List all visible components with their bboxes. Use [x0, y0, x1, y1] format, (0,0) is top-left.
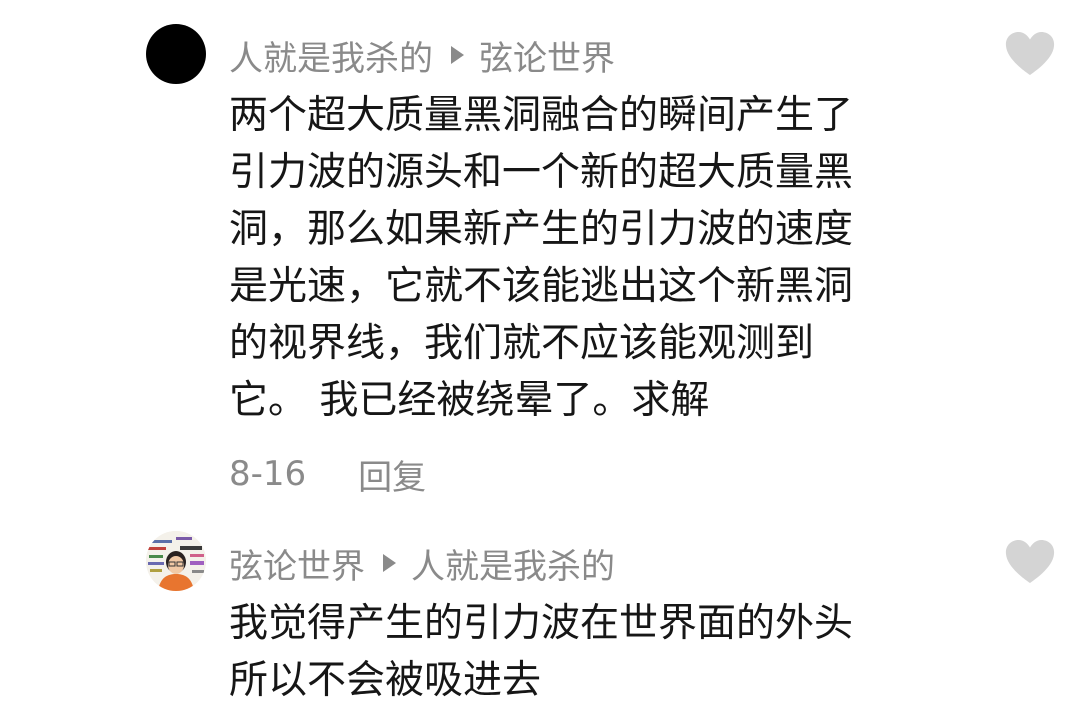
- avatar[interactable]: [146, 24, 206, 84]
- comment-date: 8-16: [229, 454, 307, 494]
- comment-text: 两个超大质量黑洞融合的瞬间产生了 引力波的源头和一个新的超大质量黑 洞，那么如果…: [229, 93, 854, 423]
- heart-icon[interactable]: [1004, 539, 1056, 585]
- comment-reply-to[interactable]: 弦论世界: [479, 31, 615, 80]
- reply-button[interactable]: 回复: [358, 450, 426, 499]
- play-triangle-icon: [383, 554, 396, 572]
- comment-text: 我觉得产生的引力波在世界面的外头 所以不会被吸进去: [229, 601, 854, 703]
- comment-header: 人就是我杀的 弦论世界: [229, 31, 615, 80]
- comment-meta: 8-16 回复: [229, 450, 426, 499]
- comment-item: 人就是我杀的 弦论世界 两个超大质量黑洞融合的瞬间产生了 引力波的源头和一个新的…: [0, 0, 1080, 510]
- avatar-image: [146, 531, 206, 591]
- comment-author[interactable]: 弦论世界: [229, 539, 365, 588]
- comment-item: 弦论世界 人就是我杀的 我觉得产生的引力波在世界面的外头 所以不会被吸进去: [0, 510, 1080, 719]
- comment-author[interactable]: 人就是我杀的: [229, 31, 433, 80]
- avatar[interactable]: [146, 531, 206, 591]
- play-triangle-icon: [451, 46, 464, 64]
- heart-icon[interactable]: [1004, 31, 1056, 77]
- comment-reply-to[interactable]: 人就是我杀的: [411, 539, 615, 588]
- comment-header: 弦论世界 人就是我杀的: [229, 539, 615, 588]
